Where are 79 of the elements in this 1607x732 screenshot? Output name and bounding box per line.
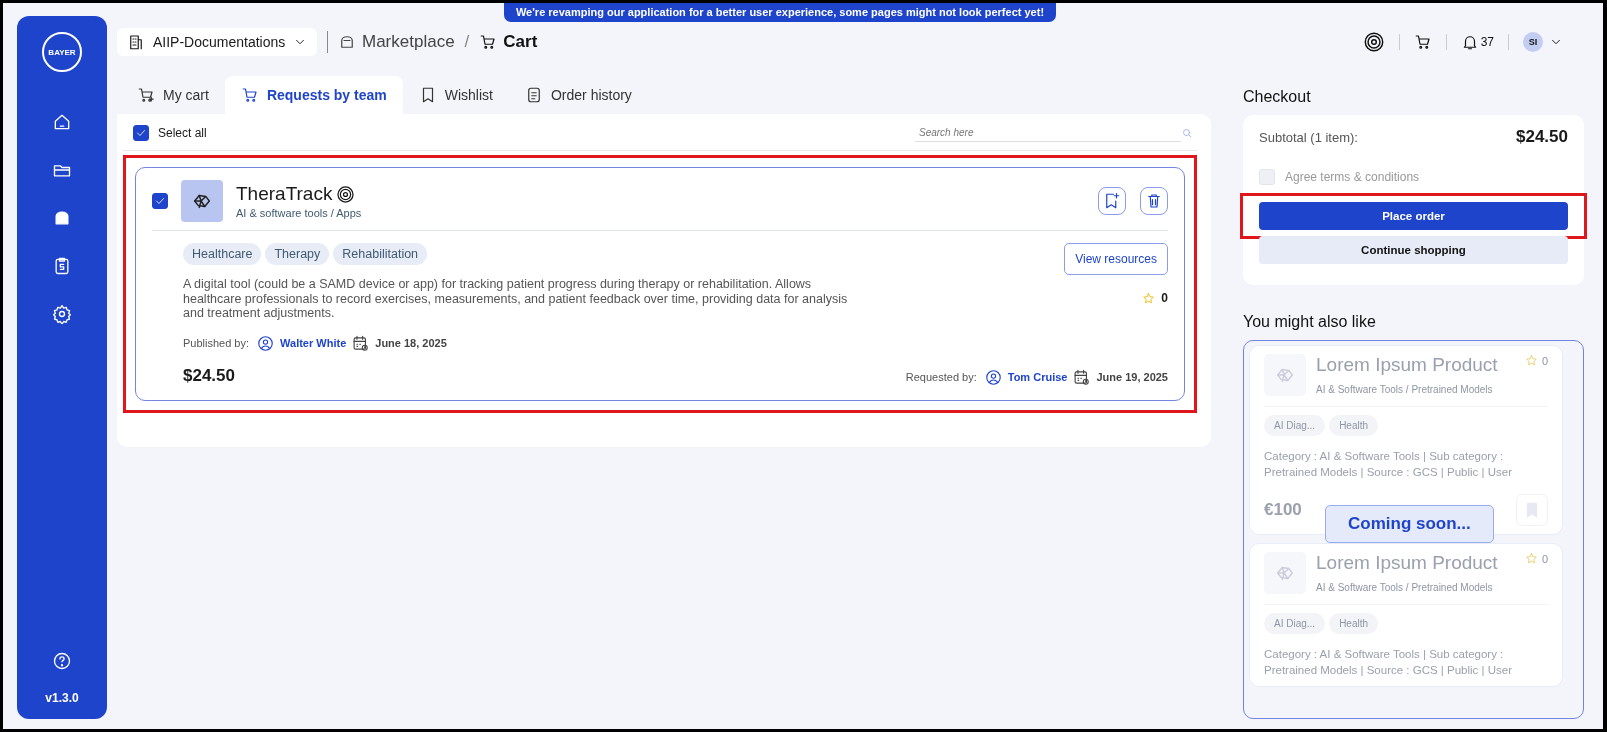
badge-button[interactable]	[1362, 31, 1385, 53]
cart-button[interactable]	[1413, 33, 1432, 51]
subtotal-amount: $24.50	[1516, 127, 1568, 147]
cart-icon	[240, 86, 259, 104]
tag: Therapy	[265, 243, 330, 265]
search-icon	[1181, 127, 1193, 139]
terms-checkbox[interactable]	[1259, 169, 1275, 185]
view-resources-button[interactable]: View resources	[1064, 243, 1168, 275]
home-icon	[52, 112, 72, 132]
star-icon	[1142, 291, 1156, 305]
notifications-button[interactable]: 37	[1460, 33, 1494, 51]
publisher-link[interactable]: Walter White	[280, 337, 347, 349]
rating-count: 0	[1541, 354, 1548, 367]
recommendations-title: You might also like	[1243, 313, 1377, 331]
breadcrumb-separator: /	[464, 32, 470, 52]
terms-label: Agree terms & conditions	[1285, 170, 1420, 184]
product-price: €100	[1264, 500, 1302, 520]
product-title: TheraTrack	[236, 183, 333, 205]
cart-icon	[137, 86, 155, 104]
help-icon	[52, 651, 72, 671]
tag: AI Diag...	[1264, 613, 1326, 634]
version-label: v1.3.0	[45, 691, 79, 705]
product-price: $24.50	[183, 365, 236, 386]
star-icon	[1524, 354, 1538, 367]
bookmark-icon	[1103, 192, 1121, 210]
check-icon	[135, 127, 147, 139]
breadcrumb-link[interactable]: Cart	[479, 32, 538, 52]
trash-icon	[1145, 192, 1163, 210]
tag: Rehabilitation	[333, 243, 428, 265]
calendar-icon	[352, 334, 370, 352]
badge-icon	[1362, 31, 1385, 53]
announcement-banner: We're revamping our application for a better user experience, some pages might not look perfect yet!	[503, 3, 1057, 22]
cart-icon	[1413, 33, 1432, 51]
item-checkbox[interactable]	[152, 193, 168, 209]
rating-count: 0	[1161, 291, 1168, 305]
tag: Health	[1329, 613, 1379, 634]
tag: Health	[1329, 415, 1379, 436]
calendar-icon	[1073, 368, 1091, 386]
wishlist-button[interactable]	[1098, 187, 1126, 215]
user-icon	[984, 368, 1002, 386]
product-description: Category : AI & Software Tools | Sub category : Pretrained Models | Source : GCS | Public | User	[1264, 647, 1513, 678]
star-icon	[1524, 552, 1538, 565]
requested-label: Requested by:	[905, 371, 977, 383]
published-date: June 18, 2025	[375, 337, 447, 349]
workspace-dropdown[interactable]: AIIP-Documentations	[117, 28, 317, 56]
bag-icon	[338, 33, 356, 51]
check-icon	[154, 195, 166, 207]
delete-button[interactable]	[1140, 187, 1168, 215]
published-label: Published by:	[183, 337, 250, 349]
tag: AI Diag...	[1264, 415, 1326, 436]
subtotal-label: Subtotal (1 item):	[1259, 129, 1358, 145]
tab[interactable]: Wishlist	[402, 76, 509, 114]
rating-count: 0	[1541, 552, 1548, 565]
badge-icon	[336, 184, 356, 204]
product-title: Lorem Ipsum Product	[1316, 354, 1498, 376]
product-category: AI & Software Tools / Pretrained Models	[1316, 582, 1494, 593]
requester-link[interactable]: Tom Cruise	[1007, 371, 1068, 383]
tab[interactable]: Order history	[508, 76, 648, 114]
coming-soon-label: Coming soon...	[1325, 505, 1494, 543]
building-icon	[127, 33, 145, 51]
product-title: Lorem Ipsum Product	[1316, 552, 1498, 574]
continue-shopping-button[interactable]: Continue shopping	[1259, 236, 1568, 264]
checkout-title: Checkout	[1243, 88, 1312, 106]
product-category: AI & Software Tools / Pretrained Models	[1316, 384, 1494, 395]
settings-icon	[52, 304, 72, 324]
user-icon	[257, 334, 275, 352]
product-description: Category : AI & Software Tools | Sub category : Pretrained Models | Source : GCS | Public | User	[1264, 449, 1513, 480]
requested-date: June 19, 2025	[1096, 371, 1168, 383]
tab[interactable]: My cart	[121, 76, 225, 114]
breadcrumb-link[interactable]: Marketplace	[338, 32, 455, 52]
product-description: A digital tool (could be a SAMD device or app) for tracking patient progress during therapy or rehabilitation. Allows healthcare professionals to record exercises, measurements, and patient feedback over time, providing data for analysis and treatment adjustments.	[183, 277, 849, 321]
logo: BAYER	[42, 32, 82, 72]
tag: Healthcare	[183, 243, 262, 265]
tab[interactable]: Requests by team	[224, 76, 403, 114]
place-order-button[interactable]: Place order	[1259, 202, 1568, 230]
select-all-checkbox[interactable]	[133, 125, 149, 141]
product-category: AI & software tools / Apps	[236, 207, 362, 219]
select-all-label: Select all	[158, 126, 207, 140]
cart-icon	[479, 33, 498, 51]
